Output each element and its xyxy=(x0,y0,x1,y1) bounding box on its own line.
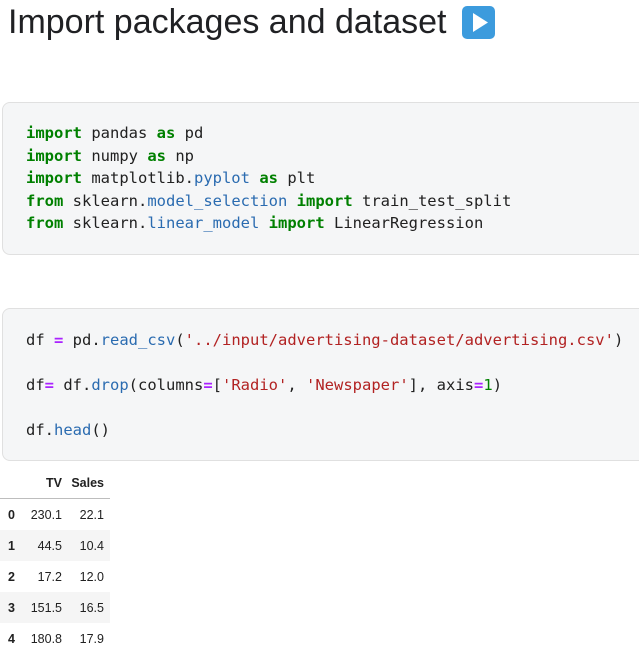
code-line: import matplotlib.pyplot as plt xyxy=(26,169,316,187)
cell-tv: 180.8 xyxy=(30,631,62,646)
row-index: 1 xyxy=(8,538,15,553)
code-cell-imports[interactable]: import pandas as pd import numpy as np i… xyxy=(2,102,639,255)
code-line: import pandas as pd xyxy=(26,124,204,142)
column-header-tv: TV xyxy=(26,467,62,499)
row-index: 3 xyxy=(8,600,15,615)
section-heading: Import packages and dataset xyxy=(8,0,495,44)
code-line: from sklearn.model_selection import trai… xyxy=(26,192,512,210)
table-row: 3 151.5 16.5 xyxy=(0,592,110,623)
cell-tv: 230.1 xyxy=(30,507,62,522)
cell-tv: 44.5 xyxy=(37,538,62,553)
table-row: 1 44.5 10.4 xyxy=(0,530,110,561)
code-cell-load-data[interactable]: df = pd.read_csv('../input/advertising-d… xyxy=(2,308,639,461)
heading-title: Import packages and dataset xyxy=(8,2,447,41)
table-row: 2 17.2 12.0 xyxy=(0,561,110,592)
cell-tv: 151.5 xyxy=(30,600,62,615)
row-index: 0 xyxy=(8,507,15,522)
table-row: 0 230.1 22.1 xyxy=(0,499,110,531)
table-header-row: TV Sales xyxy=(0,467,110,499)
cell-tv: 17.2 xyxy=(37,569,62,584)
cell-sales: 17.9 xyxy=(79,631,104,646)
code-line: from sklearn.linear_model import LinearR… xyxy=(26,214,484,232)
index-header xyxy=(0,467,26,499)
code-line: df = pd.read_csv('../input/advertising-d… xyxy=(26,331,624,349)
cell-sales: 16.5 xyxy=(79,600,104,615)
column-header-sales: Sales xyxy=(62,467,110,499)
row-index: 2 xyxy=(8,569,15,584)
code-line: df.head() xyxy=(26,421,110,439)
table-row: 4 180.8 17.9 xyxy=(0,623,110,654)
dataframe-output-table: TV Sales 0 230.1 22.1 1 44.5 10.4 2 17.2… xyxy=(0,467,110,654)
code-line: import numpy as np xyxy=(26,147,194,165)
cell-sales: 22.1 xyxy=(79,507,104,522)
cell-sales: 12.0 xyxy=(79,569,104,584)
cell-sales: 10.4 xyxy=(79,538,104,553)
play-button-icon xyxy=(461,5,495,39)
code-line: df= df.drop(columns=['Radio', 'Newspaper… xyxy=(26,376,503,394)
row-index: 4 xyxy=(8,631,15,646)
